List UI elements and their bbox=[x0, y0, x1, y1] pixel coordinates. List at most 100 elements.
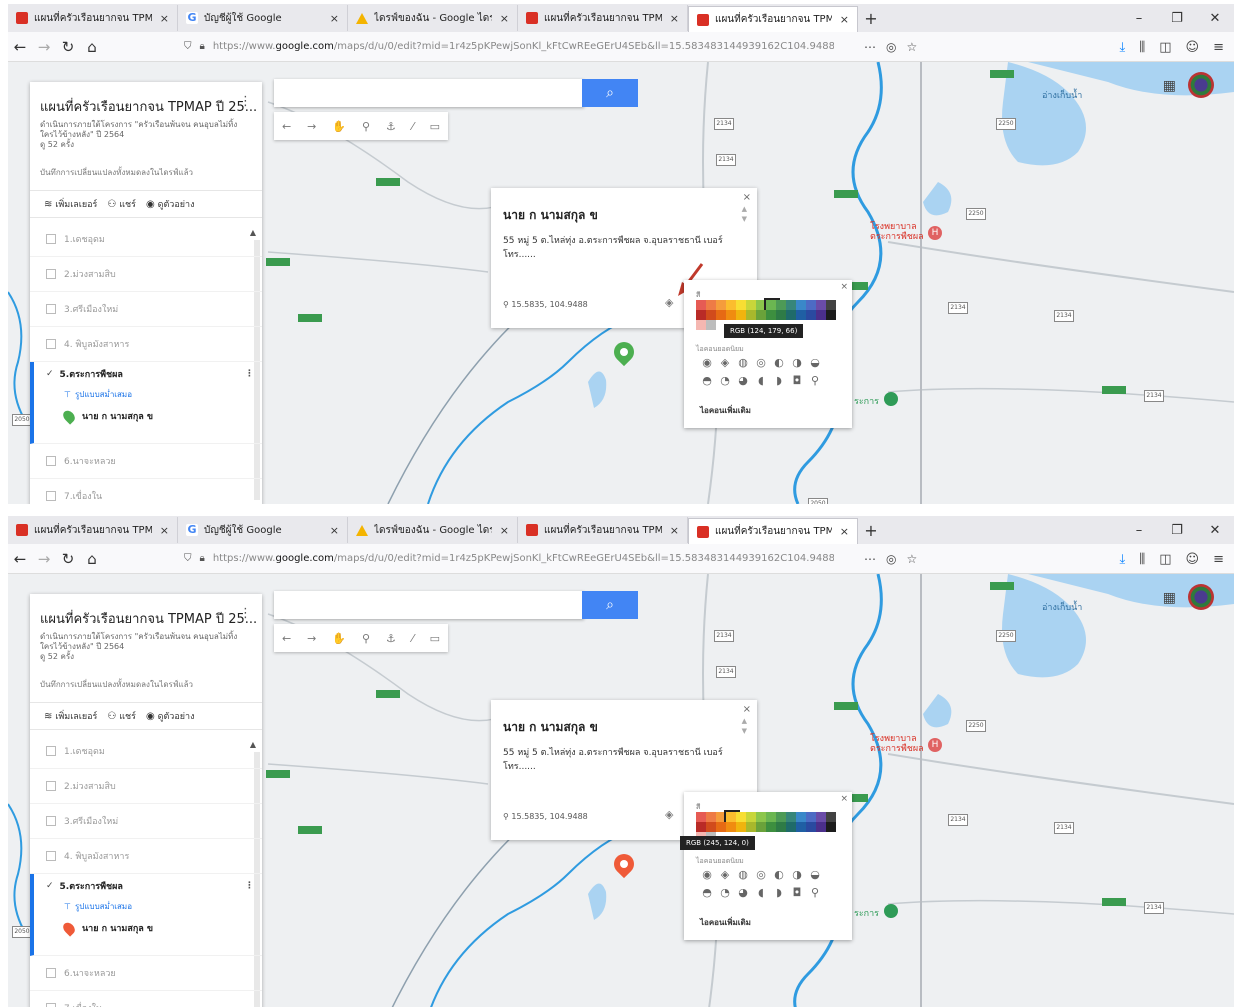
sidebar-icon[interactable]: ◫ bbox=[1159, 40, 1171, 55]
place-name[interactable]: นาย ก นามสกุล ข bbox=[503, 206, 598, 225]
marker-style-icon[interactable]: ◕ bbox=[734, 884, 752, 902]
home-button[interactable]: ⌂ bbox=[80, 550, 104, 568]
layer-item[interactable]: 6.นาจะหลวย bbox=[30, 956, 262, 991]
map-options-icon[interactable]: ⋮ bbox=[239, 94, 252, 109]
layer-checkbox[interactable] bbox=[46, 816, 56, 826]
share-button[interactable]: ⚇ แชร์ bbox=[107, 197, 136, 211]
color-swatch[interactable] bbox=[766, 310, 776, 320]
color-swatch[interactable] bbox=[826, 310, 836, 320]
layer-checkbox[interactable] bbox=[46, 968, 56, 978]
layer-checkbox[interactable] bbox=[46, 491, 56, 501]
share-button[interactable]: ⚇ แชร์ bbox=[107, 709, 136, 723]
more-icons-button[interactable]: ไอคอนเพิ่มเติม bbox=[700, 916, 751, 929]
back-button[interactable]: ← bbox=[8, 550, 32, 568]
directions-icon[interactable]: ⁄ bbox=[412, 120, 414, 133]
color-swatch[interactable] bbox=[826, 822, 836, 832]
layer-item[interactable]: 2.ม่วงสามสิบ bbox=[30, 769, 262, 804]
style-paint-icon[interactable]: ◈ bbox=[665, 808, 673, 821]
layer-checkbox[interactable] bbox=[46, 304, 56, 314]
marker-style-icon[interactable]: ◑ bbox=[788, 354, 806, 372]
lock-icon[interactable]: 🔒︎ bbox=[200, 41, 205, 52]
layer-checkbox[interactable] bbox=[46, 339, 56, 349]
marker-style-icon[interactable]: ⚲ bbox=[806, 884, 824, 902]
layer-checkbox[interactable] bbox=[46, 269, 56, 279]
layer-checkbox[interactable] bbox=[46, 1003, 56, 1007]
page-actions-icon[interactable]: ⋯ bbox=[864, 552, 876, 566]
tab-1[interactable]: แผนที่ครัวเรือนยากจน TPMAP ปี × bbox=[8, 517, 178, 543]
directions-icon[interactable]: ⁄ bbox=[412, 632, 414, 645]
color-swatch[interactable] bbox=[786, 310, 796, 320]
tab-3[interactable]: ไดรฟ์ของฉัน - Google ไดรฟ์ × bbox=[348, 517, 518, 543]
layer-checkbox[interactable] bbox=[46, 851, 56, 861]
undo-icon[interactable]: ← bbox=[282, 632, 291, 645]
uniform-style-link[interactable]: ⊤ รูปแบบสม่ำเสมอ bbox=[34, 898, 262, 914]
map-description[interactable]: ดำเนินการภายใต้โครงการ "ครัวเรือนพ้นจน ค… bbox=[40, 120, 250, 150]
layer-checkbox[interactable] bbox=[46, 456, 56, 466]
color-swatch[interactable] bbox=[776, 300, 786, 310]
park-icon[interactable] bbox=[884, 904, 898, 918]
color-swatch[interactable] bbox=[806, 300, 816, 310]
tab-5[interactable]: แผนที่ครัวเรือนยากจน TPMAP ปี × bbox=[688, 5, 858, 33]
color-swatch[interactable] bbox=[756, 822, 766, 832]
tab-close-icon[interactable]: × bbox=[670, 524, 679, 537]
layer-checkbox-checked[interactable]: ✓ bbox=[46, 881, 54, 891]
park-icon[interactable] bbox=[884, 392, 898, 406]
color-swatch[interactable] bbox=[796, 300, 806, 310]
color-swatch[interactable] bbox=[696, 320, 706, 330]
new-tab-button[interactable]: + bbox=[858, 9, 884, 28]
shield-icon[interactable]: ⛉ bbox=[184, 553, 192, 564]
picker-close-button[interactable]: × bbox=[840, 794, 848, 804]
tab-close-icon[interactable]: × bbox=[330, 524, 339, 537]
tab-close-icon[interactable]: × bbox=[840, 13, 849, 26]
add-layer-button[interactable]: ≋ เพิ่มเลเยอร์ bbox=[44, 197, 97, 211]
url-bar[interactable]: ⛉ 🔒︎ https://www. google.com/maps/d/u/0/e… bbox=[184, 36, 834, 58]
download-icon[interactable]: ⤓ bbox=[1120, 40, 1126, 55]
marker-style-icon[interactable]: ◓ bbox=[698, 884, 716, 902]
map-description[interactable]: ดำเนินการภายใต้โครงการ "ครัวเรือนพ้นจน ค… bbox=[40, 632, 250, 662]
tab-4[interactable]: แผนที่ครัวเรือนยากจน TPMAP ปี × bbox=[518, 5, 688, 31]
shield-icon[interactable]: ⛉ bbox=[184, 41, 192, 52]
library-icon[interactable]: ⫼ bbox=[1139, 552, 1145, 567]
layer-item[interactable]: 7.เขื่องใน bbox=[30, 991, 262, 1007]
tab-close-icon[interactable]: × bbox=[160, 524, 169, 537]
account-icon[interactable]: ☺ bbox=[1186, 40, 1200, 55]
marker-style-icon[interactable]: ◗ bbox=[770, 372, 788, 390]
url-bar[interactable]: ⛉ 🔒︎ https://www. google.com/maps/d/u/0/e… bbox=[184, 548, 834, 570]
marker-style-icon[interactable]: ◕ bbox=[734, 372, 752, 390]
marker-style-icon[interactable]: ◓ bbox=[698, 372, 716, 390]
picker-close-button[interactable]: × bbox=[840, 282, 848, 292]
color-swatch[interactable] bbox=[746, 822, 756, 832]
forward-button[interactable]: → bbox=[32, 550, 56, 568]
color-swatch[interactable] bbox=[756, 310, 766, 320]
tab-5[interactable]: แผนที่ครัวเรือนยากจน TPMAP ปี × bbox=[688, 517, 858, 545]
color-swatch[interactable] bbox=[764, 298, 780, 314]
layer-item-selected[interactable]: ✓ 5.ตระการพืชผล ⋮ ⊤ รูปแบบสม่ำเสมอ นาย ก… bbox=[30, 874, 262, 956]
tab-close-icon[interactable]: × bbox=[330, 12, 339, 25]
redo-icon[interactable]: → bbox=[307, 632, 316, 645]
poi-label[interactable]: ระการ bbox=[854, 394, 879, 408]
more-icons-button[interactable]: ไอคอนเพิ่มเติม bbox=[700, 404, 751, 417]
style-paint-icon[interactable]: ◈ bbox=[665, 296, 673, 309]
marker-style-icon[interactable]: ◒ bbox=[806, 354, 824, 372]
color-swatch[interactable] bbox=[816, 812, 826, 822]
pan-hand-icon[interactable]: ✋ bbox=[332, 632, 346, 645]
layer-item[interactable]: 1.เดชอุดม bbox=[30, 222, 262, 257]
hospital-label[interactable]: โรงพยาบาล ตระการพืชผล bbox=[870, 734, 930, 754]
color-swatch[interactable] bbox=[746, 812, 756, 822]
tab-close-icon[interactable]: × bbox=[500, 12, 509, 25]
back-button[interactable]: ← bbox=[8, 38, 32, 56]
color-swatch[interactable] bbox=[746, 310, 756, 320]
marker-style-icon[interactable]: ◈ bbox=[716, 354, 734, 372]
color-swatch[interactable] bbox=[756, 812, 766, 822]
search-input[interactable] bbox=[274, 79, 584, 107]
color-swatch[interactable] bbox=[696, 310, 706, 320]
tab-2[interactable]: G บัญชีผู้ใช้ Google × bbox=[178, 5, 348, 31]
marker-style-icon[interactable]: ◖ bbox=[752, 372, 770, 390]
pocket-icon[interactable]: ◎ bbox=[886, 552, 896, 566]
color-swatch[interactable] bbox=[816, 310, 826, 320]
map-title[interactable]: แผนที่ครัวเรือนยากจน TPMAP ปี 25... bbox=[40, 96, 257, 117]
search-input[interactable] bbox=[274, 591, 584, 619]
color-swatch[interactable] bbox=[696, 822, 706, 832]
maximize-button[interactable]: ❐ bbox=[1158, 11, 1196, 26]
layer-item[interactable]: 3.ศรีเมืองใหม่ bbox=[30, 292, 262, 327]
